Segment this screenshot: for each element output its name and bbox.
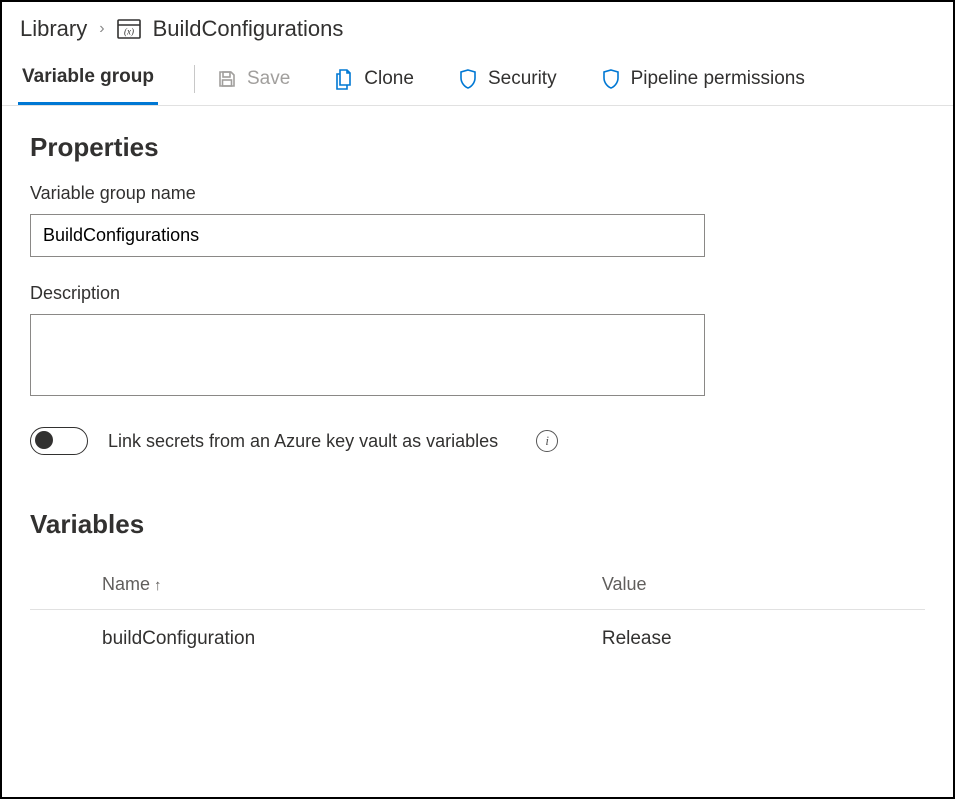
field-description: Description <box>30 283 925 401</box>
field-variable-group-name: Variable group name <box>30 183 925 257</box>
svg-text:(x): (x) <box>124 27 134 37</box>
variables-heading: Variables <box>30 509 925 540</box>
variable-value-cell: Release <box>594 610 925 669</box>
save-button[interactable]: Save <box>213 60 294 98</box>
toggle-knob <box>35 431 53 449</box>
clone-button[interactable]: Clone <box>330 60 418 98</box>
breadcrumb-library-link[interactable]: Library <box>20 16 87 42</box>
properties-heading: Properties <box>30 132 925 163</box>
link-secrets-row: Link secrets from an Azure key vault as … <box>30 427 925 455</box>
description-input[interactable] <box>30 314 705 396</box>
variable-name-cell: buildConfiguration <box>30 610 594 669</box>
shield-icon <box>458 68 478 90</box>
name-label: Variable group name <box>30 183 925 204</box>
column-header-value[interactable]: Value <box>594 560 925 610</box>
pipeline-permissions-button[interactable]: Pipeline permissions <box>597 60 809 98</box>
link-secrets-toggle[interactable] <box>30 427 88 455</box>
security-label: Security <box>488 68 557 90</box>
toolbar: Variable group Save Clone Security Pipel… <box>2 52 953 106</box>
breadcrumb-current: BuildConfigurations <box>153 16 344 42</box>
description-label: Description <box>30 283 925 304</box>
column-header-name[interactable]: Name↑ <box>30 560 594 610</box>
pipeline-permissions-label: Pipeline permissions <box>631 68 805 90</box>
name-input[interactable] <box>30 214 705 257</box>
clone-label: Clone <box>364 68 414 90</box>
link-secrets-label: Link secrets from an Azure key vault as … <box>108 431 498 452</box>
chevron-right-icon: › <box>99 20 104 38</box>
save-icon <box>217 69 237 89</box>
breadcrumb: Library › (x) BuildConfigurations <box>2 2 953 52</box>
security-button[interactable]: Security <box>454 60 561 98</box>
variable-group-icon: (x) <box>117 19 141 39</box>
sort-ascending-icon: ↑ <box>154 577 162 594</box>
toolbar-separator <box>194 65 195 93</box>
clone-icon <box>334 68 354 90</box>
shield-icon <box>601 68 621 90</box>
table-row[interactable]: buildConfiguration Release <box>30 610 925 669</box>
info-icon[interactable]: i <box>536 430 558 452</box>
content-area: Properties Variable group name Descripti… <box>2 106 953 694</box>
variables-table: Name↑ Value buildConfiguration Release <box>30 560 925 668</box>
tab-variable-group[interactable]: Variable group <box>18 52 158 105</box>
save-label: Save <box>247 68 290 90</box>
